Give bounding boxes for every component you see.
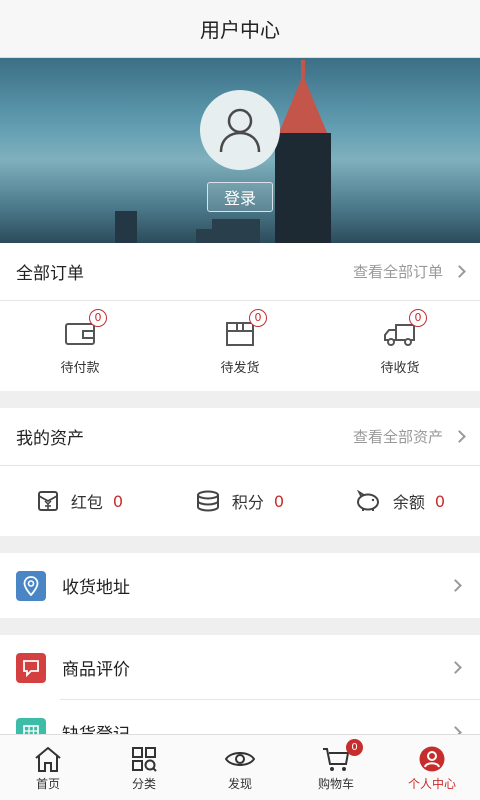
asset-label: 余额 (392, 493, 425, 512)
asset-value: 0 (273, 491, 285, 511)
tab-label: 购物车 (317, 777, 354, 791)
order-pending-shipment[interactable]: 0 待发货 (160, 301, 320, 391)
order-item-label: 待发货 (220, 360, 260, 376)
user-avatar-icon (219, 108, 261, 153)
order-item-label: 待付款 (60, 360, 100, 376)
tab-label: 分类 (131, 777, 156, 791)
asset-value: 0 (434, 491, 446, 511)
tab-home[interactable]: 首页 (0, 735, 96, 800)
bottom-tab-bar: 首页 分类 发现 0 购物车 个人中心 (0, 734, 480, 800)
view-all-assets-label: 查看全部资产 (352, 428, 443, 446)
menu-row-label: 商品评价 (62, 660, 130, 680)
count-badge: 0 (89, 308, 107, 327)
skyline-tower (275, 133, 331, 243)
view-all-orders-link[interactable]: 查看全部订单 (352, 261, 466, 282)
order-pending-receipt[interactable]: 0 待收货 (320, 301, 480, 391)
tab-category[interactable]: 分类 (96, 735, 192, 800)
user-icon (419, 746, 445, 772)
count-badge: 0 (409, 308, 427, 327)
asset-label: 红包 (70, 493, 103, 512)
menu-row-label: 收货地址 (62, 578, 130, 598)
category-icon (132, 747, 157, 772)
eye-icon (224, 752, 256, 766)
chevron-right-icon (453, 430, 466, 443)
assets-section: 我的资产 查看全部资产 红包 0 积分 0 余额 0 (0, 408, 480, 536)
orders-section: 全部订单 查看全部订单 0 待付款 0 待发货 0 待收货 (0, 243, 480, 391)
orders-header[interactable]: 全部订单 查看全部订单 (0, 243, 480, 301)
tab-discover[interactable]: 发现 (192, 735, 288, 800)
piggy-bank-icon (356, 490, 379, 511)
tab-label: 发现 (227, 777, 252, 791)
menu-row-address[interactable]: 收货地址 (0, 553, 480, 618)
chevron-right-icon (449, 579, 462, 592)
skyline-building (115, 211, 137, 243)
order-pending-payment[interactable]: 0 待付款 (0, 301, 160, 391)
tab-label: 个人中心 (407, 777, 456, 791)
asset-balance[interactable]: 余额 0 (320, 489, 480, 513)
location-icon (16, 570, 46, 601)
asset-label: 积分 (231, 493, 264, 512)
view-all-orders-label: 查看全部订单 (352, 263, 443, 281)
count-badge: 0 (249, 308, 267, 327)
asset-value: 0 (112, 491, 124, 511)
red-envelope-icon (37, 491, 58, 511)
chevron-right-icon (449, 661, 462, 674)
order-item-label: 待收货 (380, 360, 420, 376)
tab-label: 首页 (35, 777, 60, 791)
avatar[interactable] (200, 90, 280, 170)
assets-header[interactable]: 我的资产 查看全部资产 (0, 408, 480, 466)
top-bar: 用户中心 (0, 0, 480, 58)
asset-points[interactable]: 积分 0 (160, 489, 320, 513)
tab-cart[interactable]: 0 购物车 (288, 735, 384, 800)
skyline-building (212, 219, 260, 243)
login-button[interactable]: 登录 (207, 182, 273, 212)
comment-icon (16, 652, 46, 683)
view-all-assets-link[interactable]: 查看全部资产 (352, 426, 466, 447)
cart-badge: 0 (346, 739, 363, 756)
page-title: 用户中心 (200, 18, 280, 42)
chevron-right-icon (453, 265, 466, 278)
tower-spire (278, 75, 328, 135)
tab-profile[interactable]: 个人中心 (384, 735, 480, 800)
asset-red-envelope[interactable]: 红包 0 (0, 489, 160, 513)
home-icon (35, 746, 61, 772)
coins-icon (196, 490, 219, 512)
orders-title: 全部订单 (16, 264, 84, 284)
menu-row-reviews[interactable]: 商品评价 (0, 635, 480, 700)
profile-banner: 登录 (0, 58, 480, 243)
assets-title: 我的资产 (16, 429, 84, 449)
